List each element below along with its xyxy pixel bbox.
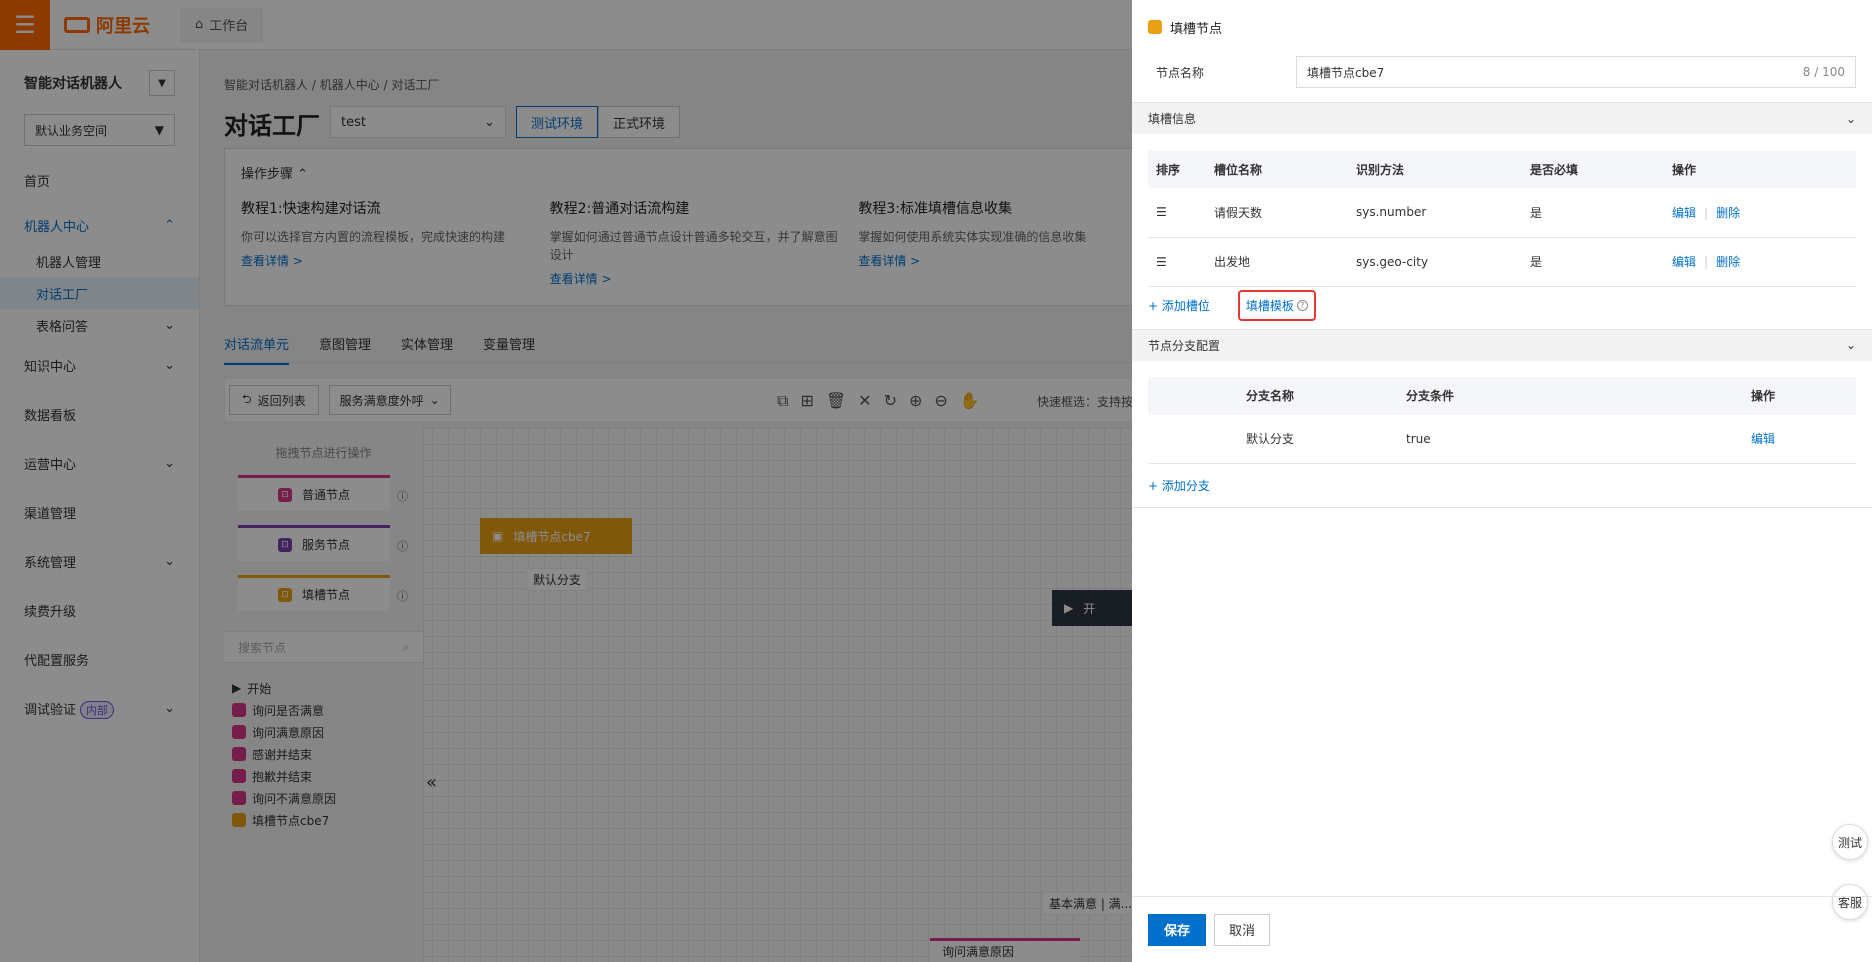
- slot-icon: [1148, 20, 1162, 34]
- delete-link[interactable]: 删除: [1716, 255, 1740, 269]
- add-branch-button[interactable]: + 添加分支: [1148, 477, 1210, 494]
- slot-template-button[interactable]: 填槽模板?: [1237, 290, 1316, 321]
- branch-table: 分支名称 分支条件 操作 默认分支 true 编辑: [1148, 376, 1856, 464]
- chevron-down-icon: ⌄: [1845, 338, 1856, 352]
- edit-link[interactable]: 编辑: [1672, 255, 1696, 269]
- table-row: 默认分支 true 编辑: [1148, 414, 1856, 464]
- help-icon: ?: [1296, 300, 1308, 311]
- edit-link[interactable]: 编辑: [1751, 432, 1775, 446]
- chevron-down-icon: ⌄: [1845, 111, 1856, 126]
- slot-table: 排序 槽位名称 识别方法 是否必填 操作 ☰ 请假天数 sys.number 是…: [1148, 150, 1856, 287]
- char-count: 8 / 100: [1802, 65, 1845, 79]
- table-row: ☰ 出发地 sys.geo-city 是 编辑 | 删除: [1148, 237, 1856, 287]
- drag-handle-icon[interactable]: ☰: [1156, 255, 1167, 269]
- add-slot-button[interactable]: + 添加槽位: [1148, 297, 1210, 314]
- branch-section-header[interactable]: 节点分支配置 ⌄: [1132, 328, 1872, 361]
- node-name-input[interactable]: 填槽节点cbe7 8 / 100: [1296, 56, 1856, 88]
- drag-handle-icon[interactable]: ☰: [1156, 205, 1167, 219]
- float-test-button[interactable]: 测试: [1832, 824, 1868, 860]
- slot-node-panel: 填槽节点 节点名称 填槽节点cbe7 8 / 100 填槽信息 ⌄ 排序 槽位名…: [1132, 0, 1872, 962]
- save-button[interactable]: 保存: [1148, 913, 1207, 946]
- cancel-button[interactable]: 取消: [1214, 913, 1271, 946]
- edit-link[interactable]: 编辑: [1672, 206, 1696, 220]
- table-row: ☰ 请假天数 sys.number 是 编辑 | 删除: [1148, 188, 1856, 238]
- modal-overlay[interactable]: [0, 0, 1132, 962]
- slot-section-header[interactable]: 填槽信息 ⌄: [1132, 102, 1872, 134]
- panel-title: 填槽节点: [1170, 21, 1223, 37]
- delete-link[interactable]: 删除: [1716, 206, 1740, 220]
